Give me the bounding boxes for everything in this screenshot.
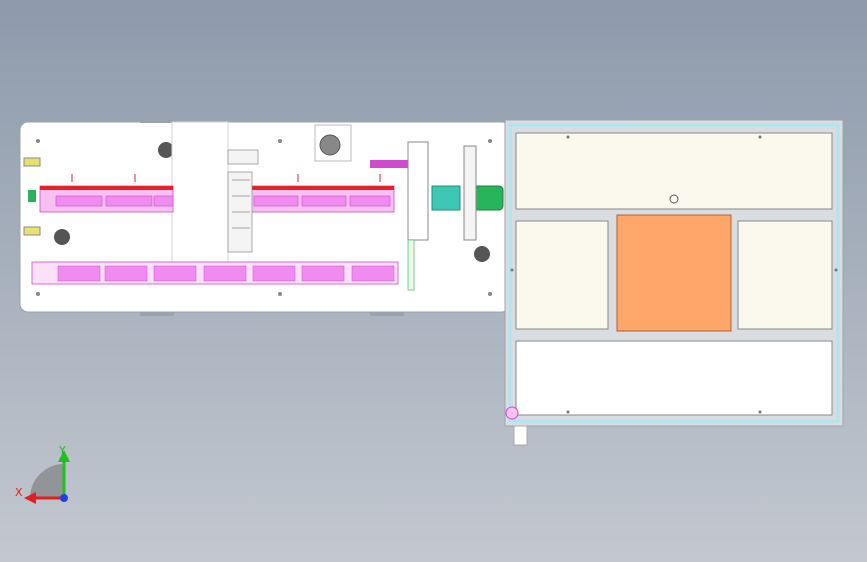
sensor-yellow <box>23 157 41 167</box>
lower-carrier-row[interactable] <box>31 261 399 285</box>
base-tab-bottom-left <box>140 312 174 316</box>
y-axis-label: Y <box>58 444 66 457</box>
coordinate-triad: X Y <box>15 444 70 504</box>
locating-pin <box>474 246 490 262</box>
corner-connector[interactable] <box>505 406 519 420</box>
base-tab-top <box>140 118 174 123</box>
cad-model-view[interactable]: X Y <box>0 0 867 562</box>
x-axis-arrow <box>24 492 36 504</box>
panel-bottom[interactable] <box>515 340 833 416</box>
x-axis-label: X <box>15 486 23 499</box>
cad-viewport[interactable]: X Y <box>0 0 867 562</box>
drive-block-teal[interactable] <box>431 185 461 211</box>
dial-knob[interactable] <box>319 134 341 156</box>
corner-fitting <box>513 425 528 446</box>
panel-mid-left[interactable] <box>515 220 609 330</box>
right-frame-assembly[interactable] <box>504 119 844 446</box>
drive-motor-green[interactable] <box>472 185 504 211</box>
center-cutout <box>171 121 229 263</box>
work-platform-orange[interactable] <box>616 214 732 332</box>
base-tab-bottom-right <box>370 312 404 316</box>
actuator-magenta[interactable] <box>370 160 408 168</box>
drive-bracket <box>463 145 477 241</box>
locating-pin <box>54 229 70 245</box>
left-conveyor-assembly[interactable] <box>19 118 511 316</box>
z-axis-dot <box>60 494 68 502</box>
panel-mid-right[interactable] <box>737 220 833 330</box>
sensor-green <box>28 190 36 202</box>
sensor-yellow <box>23 226 41 236</box>
panel-top[interactable] <box>515 132 833 210</box>
